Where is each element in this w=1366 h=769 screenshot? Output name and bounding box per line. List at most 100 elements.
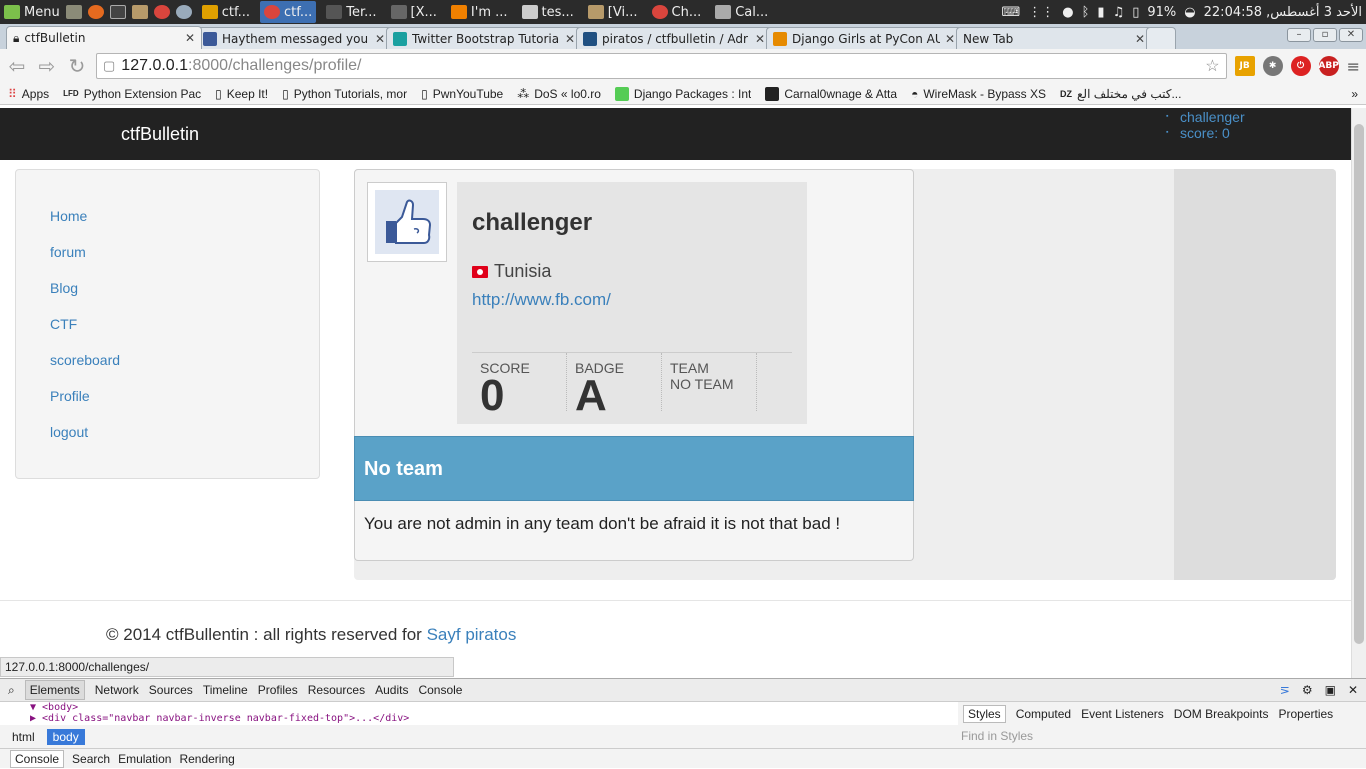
stop-extension-icon[interactable]: ⏻ bbox=[1290, 56, 1311, 76]
tab-timeline[interactable]: Timeline bbox=[203, 683, 248, 697]
bluetooth-icon[interactable]: ᛒ bbox=[1082, 5, 1090, 20]
chrome-icon[interactable] bbox=[153, 5, 170, 19]
bookmark-dos[interactable]: ⁂ DoS « lo0.ro bbox=[517, 87, 601, 101]
tab-new-tab[interactable]: New Tab ✕ bbox=[956, 27, 1152, 49]
reload-icon[interactable]: ↻ bbox=[66, 54, 88, 78]
keyboard-layout-icon[interactable]: ⌨ bbox=[1002, 5, 1021, 20]
task-item-8[interactable]: Cal... bbox=[711, 1, 772, 23]
bookmark-apps[interactable]: ⠿ Apps bbox=[8, 87, 49, 101]
crumb-html[interactable]: html bbox=[6, 729, 41, 745]
task-item-2[interactable]: Ter... bbox=[322, 1, 380, 23]
sidebar-item-scoreboard[interactable]: scoreboard bbox=[50, 342, 319, 378]
wifi-icon[interactable]: ▮ bbox=[1097, 5, 1104, 20]
drawer-tab-search[interactable]: Search bbox=[72, 752, 110, 766]
bookmark-star-icon[interactable]: ☆ bbox=[1205, 56, 1219, 76]
subtab-dom-breakpoints[interactable]: DOM Breakpoints bbox=[1174, 707, 1269, 721]
close-tab-icon[interactable]: ✕ bbox=[945, 32, 955, 46]
task-item-1[interactable]: ctf... bbox=[259, 1, 317, 23]
back-icon[interactable]: ⇦ bbox=[6, 54, 28, 78]
author-link[interactable]: Sayf piratos bbox=[427, 625, 517, 644]
task-item-6[interactable]: [Vi... bbox=[584, 1, 642, 23]
bookmark-pwnyoutube[interactable]: ▯ PwnYouTube bbox=[421, 87, 503, 101]
subtab-styles[interactable]: Styles bbox=[963, 705, 1006, 723]
maximize-icon[interactable]: ▫ bbox=[1313, 28, 1337, 42]
minimize-icon[interactable]: – bbox=[1287, 28, 1311, 42]
bookmark-django-packages[interactable]: Django Packages : Int bbox=[614, 86, 751, 101]
sidebar-item-blog[interactable]: Blog bbox=[50, 270, 319, 306]
tab-django-girls[interactable]: Django Girls at PyCon AU ✕ bbox=[766, 27, 962, 49]
site-brand[interactable]: ctfBulletin bbox=[121, 124, 199, 145]
close-window-icon[interactable]: ✕ bbox=[1339, 28, 1363, 42]
bookmark-wiremask[interactable]: ◓ WireMask - Bypass XS bbox=[911, 87, 1046, 101]
inspect-search-icon[interactable]: ⌕ bbox=[8, 683, 15, 698]
nav-username[interactable]: challenger bbox=[1166, 109, 1245, 125]
sidebar-item-logout[interactable]: logout bbox=[50, 414, 319, 450]
tab-profiles[interactable]: Profiles bbox=[258, 683, 298, 697]
scrollbar-thumb[interactable] bbox=[1354, 124, 1364, 644]
tab-network[interactable]: Network bbox=[95, 683, 139, 697]
bookmark-keep-it[interactable]: ▯ Keep It! bbox=[215, 87, 268, 101]
subtab-computed[interactable]: Computed bbox=[1016, 707, 1071, 721]
sidebar-item-home[interactable]: Home bbox=[50, 198, 319, 234]
folder-icon[interactable] bbox=[131, 5, 148, 19]
tab-elements[interactable]: Elements bbox=[24, 680, 85, 700]
network-icon[interactable] bbox=[175, 5, 192, 19]
drawer-toggle-icon[interactable]: ⋝ bbox=[1280, 683, 1290, 697]
drawer-tab-console[interactable]: Console bbox=[10, 750, 65, 768]
sidebar-item-profile[interactable]: Profile bbox=[50, 378, 319, 414]
close-tab-icon[interactable]: ✕ bbox=[755, 32, 765, 46]
tab-resources[interactable]: Resources bbox=[308, 683, 365, 697]
subtab-event-listeners[interactable]: Event Listeners bbox=[1081, 707, 1164, 721]
task-item-4[interactable]: I'm ... bbox=[447, 1, 512, 23]
dom-tree[interactable]: ▼ <body> ▶ <div class="navbar navbar-inv… bbox=[0, 702, 958, 725]
clock[interactable]: الأحد 3 أغسطس, 22:04:58 bbox=[1204, 5, 1362, 20]
firefox-icon[interactable] bbox=[87, 5, 104, 19]
bookmark-python-extension[interactable]: LFD Python Extension Pac bbox=[63, 87, 201, 101]
jetbrains-extension-icon[interactable]: JB bbox=[1234, 56, 1255, 76]
crumb-body[interactable]: body bbox=[46, 729, 85, 745]
forward-icon[interactable]: ⇨ bbox=[36, 54, 58, 78]
task-item-7[interactable]: Ch... bbox=[648, 1, 706, 23]
drawer-tab-emulation[interactable]: Emulation bbox=[118, 752, 171, 766]
bookmark-arabic-books[interactable]: DZ كتب في مختلف الع... bbox=[1060, 87, 1181, 101]
bookmark-carnal0wnage[interactable]: Carnal0wnage & Atta bbox=[765, 86, 897, 101]
sound-icon[interactable]: ♫ bbox=[1113, 5, 1125, 20]
find-in-styles-input[interactable]: Find in Styles bbox=[961, 729, 1033, 743]
task-item-5[interactable]: tes... bbox=[518, 1, 578, 23]
close-tab-icon[interactable]: ✕ bbox=[375, 32, 385, 46]
close-tab-icon[interactable]: ✕ bbox=[185, 31, 195, 45]
more-bookmarks-icon[interactable]: » bbox=[1351, 87, 1358, 101]
user-icon[interactable]: ● bbox=[1062, 5, 1073, 20]
sidebar-item-ctf[interactable]: CTF bbox=[50, 306, 319, 342]
sidebar-item-forum[interactable]: forum bbox=[50, 234, 319, 270]
tab-facebook[interactable]: Haythem messaged you ✕ bbox=[196, 27, 392, 49]
tab-sources[interactable]: Sources bbox=[149, 683, 193, 697]
drawer-tab-rendering[interactable]: Rendering bbox=[179, 752, 234, 766]
page-scrollbar[interactable] bbox=[1351, 108, 1366, 678]
profile-website-link[interactable]: http://www.fb.com/ bbox=[472, 290, 792, 310]
tab-bitbucket[interactable]: piratos / ctfbulletin / Adr ✕ bbox=[576, 27, 772, 49]
tab-bootstrap[interactable]: Twitter Bootstrap Tutoria ✕ bbox=[386, 27, 582, 49]
bookmark-python-tutorials[interactable]: ▯ Python Tutorials, mor bbox=[282, 87, 407, 101]
new-tab-button[interactable] bbox=[1146, 27, 1176, 49]
dock-icon[interactable]: ▣ bbox=[1325, 683, 1336, 697]
close-devtools-icon[interactable]: ✕ bbox=[1348, 683, 1358, 697]
address-bar[interactable]: ▢ 127.0.0.1:8000/challenges/profile/ ☆ bbox=[96, 53, 1227, 79]
settings-gear-icon[interactable]: ⚙ bbox=[1302, 683, 1313, 697]
subtab-properties[interactable]: Properties bbox=[1278, 707, 1333, 721]
close-tab-icon[interactable]: ✕ bbox=[565, 32, 575, 46]
task-item-3[interactable]: [X... bbox=[387, 1, 441, 23]
task-item-0[interactable]: ctf... bbox=[198, 1, 254, 23]
file-manager-icon[interactable] bbox=[65, 5, 82, 19]
bug-extension-icon[interactable]: ✱ bbox=[1262, 56, 1283, 76]
tab-console[interactable]: Console bbox=[418, 683, 462, 697]
battery-icon[interactable]: ▯ bbox=[1132, 5, 1139, 20]
chrome-menu-icon[interactable]: ≡ bbox=[1347, 57, 1360, 76]
notification-icon[interactable]: ◒ bbox=[1184, 5, 1195, 20]
terminal-icon[interactable] bbox=[109, 5, 126, 19]
menu-button[interactable]: Menu bbox=[4, 5, 60, 20]
tab-audits[interactable]: Audits bbox=[375, 683, 408, 697]
nav-score[interactable]: score: 0 bbox=[1166, 125, 1245, 141]
tab-ctfbulletin[interactable]: 🔒︎ ctfBulletin ✕ bbox=[6, 26, 202, 49]
close-tab-icon[interactable]: ✕ bbox=[1135, 32, 1145, 46]
